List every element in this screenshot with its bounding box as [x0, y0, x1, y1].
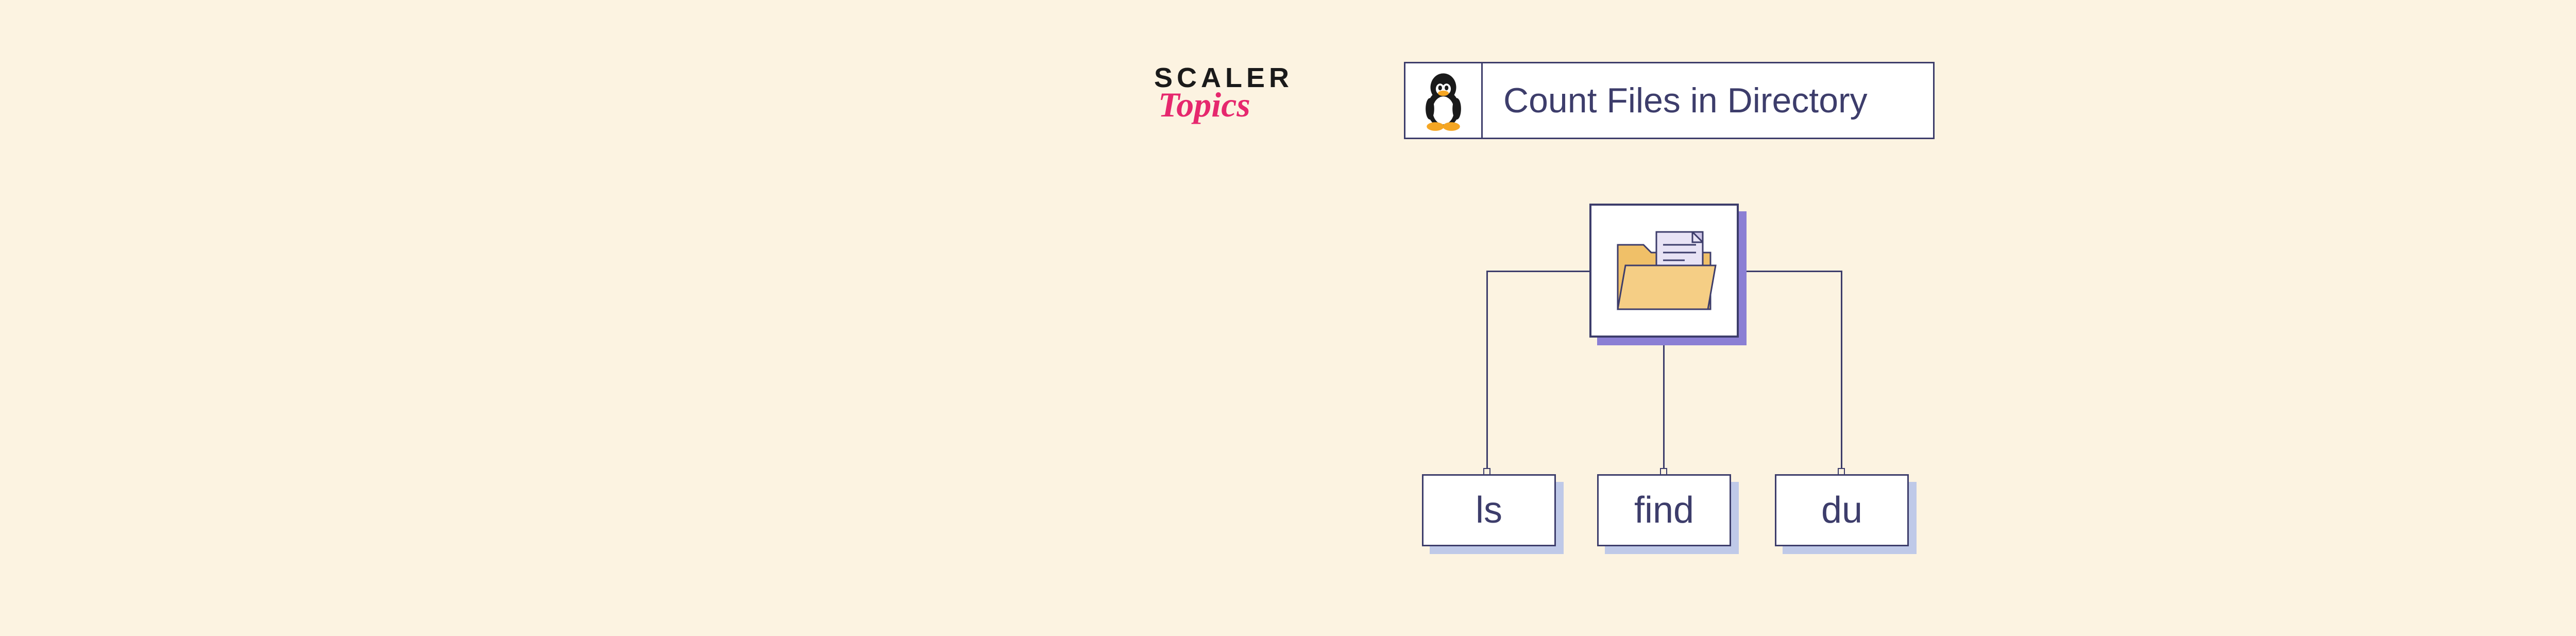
command-box-du: du [1775, 474, 1909, 546]
tux-linux-icon [1416, 69, 1470, 133]
command-label: find [1634, 489, 1694, 531]
diagram-title: Count Files in Directory [1503, 80, 1868, 121]
connector-right-vertical [1841, 271, 1842, 474]
command-label: du [1821, 489, 1862, 531]
command-label: ls [1476, 489, 1502, 531]
title-box: Count Files in Directory [1404, 62, 1935, 139]
command-box-find: find [1597, 474, 1731, 546]
logo-text-topics: Topics [1158, 85, 1340, 125]
folder-box [1589, 204, 1739, 338]
title-icon-section [1405, 63, 1483, 138]
connector-center-vertical [1663, 338, 1665, 474]
command-box-ls: ls [1422, 474, 1556, 546]
folder-document-icon [1607, 219, 1721, 322]
diagram-container: SCALER Topics [1121, 62, 1971, 577]
title-text-section: Count Files in Directory [1483, 63, 1933, 138]
connector-left-vertical [1486, 271, 1488, 474]
scaler-topics-logo: SCALER Topics [1154, 62, 1340, 125]
